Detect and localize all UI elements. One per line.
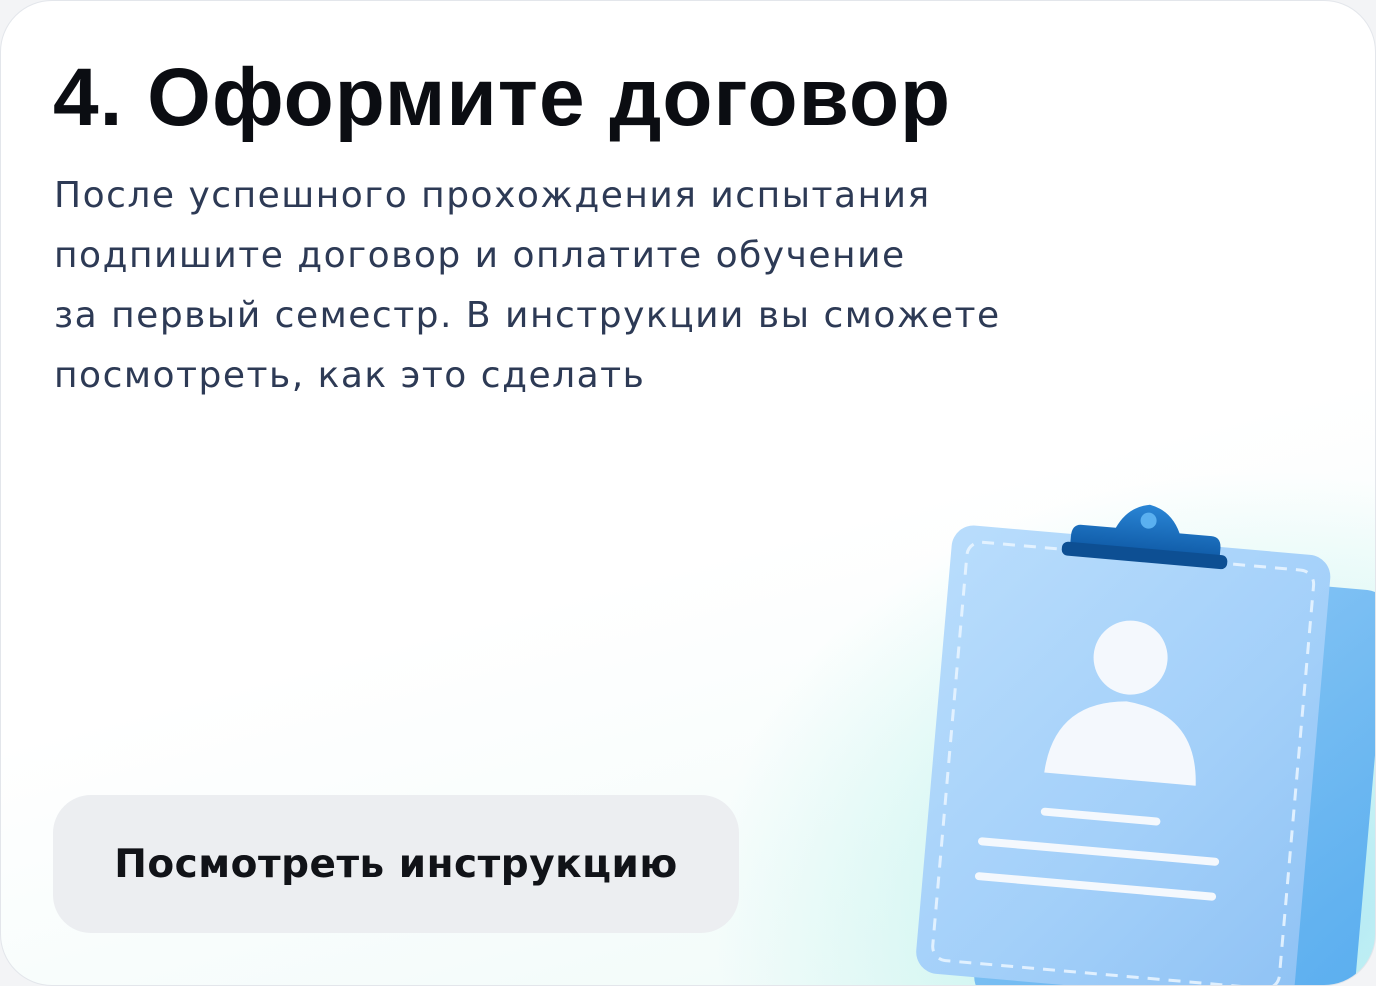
- view-instruction-button[interactable]: Посмотреть инструкцию: [53, 795, 739, 933]
- step-title: 4. Оформите договор: [53, 52, 952, 143]
- step-description: После успешного прохождения испытания по…: [54, 166, 1014, 406]
- clipboard-illustration: [881, 491, 1375, 985]
- contract-step-card: 4. Оформите договор После успешного прох…: [0, 0, 1376, 986]
- description-line: После успешного прохождения испытания: [54, 175, 931, 216]
- description-line: посмотреть, как это сделать: [54, 355, 646, 396]
- description-line: подпишите договор и оплатите обучение: [54, 235, 906, 276]
- description-line: за первый семестр. В инструкции вы сможе…: [54, 295, 1001, 336]
- clipboard-contract-icon: [916, 504, 1375, 985]
